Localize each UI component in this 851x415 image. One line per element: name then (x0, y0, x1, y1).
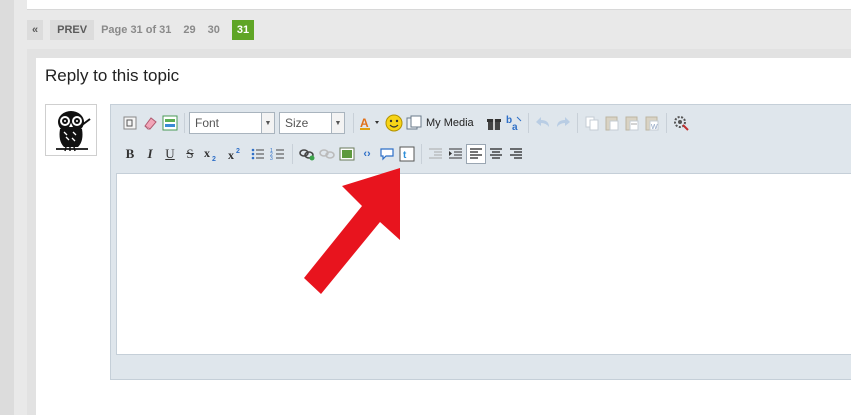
red-arrow-annotation (304, 168, 400, 294)
toolbar-separator (421, 144, 422, 164)
svg-text:A: A (360, 116, 369, 130)
size-select-label: Size (285, 116, 309, 130)
editor-toolbar-top: Font ▼ Size ▼ A My Media ba W (111, 105, 851, 141)
align-left-icon[interactable] (466, 144, 486, 164)
first-page-button[interactable]: « (27, 20, 44, 40)
gift-icon[interactable] (484, 113, 504, 133)
page-link-30[interactable]: 30 (208, 24, 220, 36)
superscript-icon[interactable]: x2 (224, 144, 248, 164)
svg-text:3: 3 (270, 156, 273, 161)
my-media-button[interactable]: My Media (426, 117, 474, 129)
font-select[interactable]: Font ▼ (189, 112, 275, 134)
settings-icon[interactable] (671, 113, 691, 133)
chevron-down-icon: ▼ (331, 113, 344, 133)
subscript-icon[interactable]: x2 (200, 144, 224, 164)
eraser-icon[interactable] (140, 113, 160, 133)
svg-text:2: 2 (212, 156, 216, 162)
page-link-29[interactable]: 29 (183, 24, 195, 36)
bullet-list-icon[interactable] (248, 144, 268, 164)
strikethrough-icon[interactable]: S (180, 144, 200, 164)
outdent-icon[interactable] (426, 144, 446, 164)
text-color-icon[interactable]: A (358, 113, 384, 133)
pagination: « PREV Page 31 of 31 29 30 31 (27, 20, 255, 40)
toolbar-separator (353, 113, 354, 133)
page-info: Page 31 of 31 (101, 24, 172, 36)
indent-icon[interactable] (446, 144, 466, 164)
font-select-label: Font (195, 116, 220, 130)
chevron-down-icon: ▼ (261, 113, 274, 133)
editor-toolbar-bottom: B I U S x2 x2 123 ‹› t (111, 141, 851, 167)
copy-icon[interactable] (582, 113, 602, 133)
emoticon-icon[interactable] (384, 113, 404, 133)
italic-icon[interactable]: I (140, 144, 160, 164)
avatar[interactable] (45, 104, 97, 156)
svg-text:x: x (228, 148, 234, 162)
size-select[interactable]: Size ▼ (279, 112, 345, 134)
spellcheck-icon[interactable]: ba (504, 113, 524, 133)
svg-text:x: x (204, 146, 210, 160)
left-shade (0, 0, 14, 415)
toolbar-separator (527, 113, 529, 133)
editor-text-area[interactable] (116, 173, 851, 355)
underline-icon[interactable]: U (160, 144, 180, 164)
paste-icon[interactable] (602, 113, 622, 133)
top-panel (27, 0, 851, 10)
align-right-icon[interactable] (506, 144, 526, 164)
undo-icon[interactable] (533, 113, 553, 133)
numbered-list-icon[interactable]: 123 (268, 144, 288, 164)
svg-text:W: W (651, 124, 658, 131)
owl-icon (56, 111, 91, 152)
redo-icon[interactable] (553, 113, 573, 133)
current-page: 31 (231, 20, 255, 40)
svg-text:2: 2 (236, 148, 240, 155)
prev-page-button[interactable]: PREV (50, 20, 95, 40)
my-media-icon[interactable] (404, 113, 424, 133)
toolbar-separator (576, 113, 578, 133)
source-icon[interactable] (120, 113, 140, 133)
toolbar-separator (184, 113, 185, 133)
reply-title: Reply to this topic (45, 66, 180, 85)
align-center-icon[interactable] (486, 144, 506, 164)
bold-icon[interactable]: B (120, 144, 140, 164)
toolbar-separator (292, 144, 293, 164)
paste-word-icon[interactable]: W (642, 113, 662, 133)
rich-text-editor: Font ▼ Size ▼ A My Media ba W B I U S x … (110, 104, 851, 380)
template-icon[interactable] (160, 113, 180, 133)
paste-text-icon[interactable] (622, 113, 642, 133)
toolbar-separator (665, 113, 667, 133)
svg-text:a: a (512, 122, 518, 132)
